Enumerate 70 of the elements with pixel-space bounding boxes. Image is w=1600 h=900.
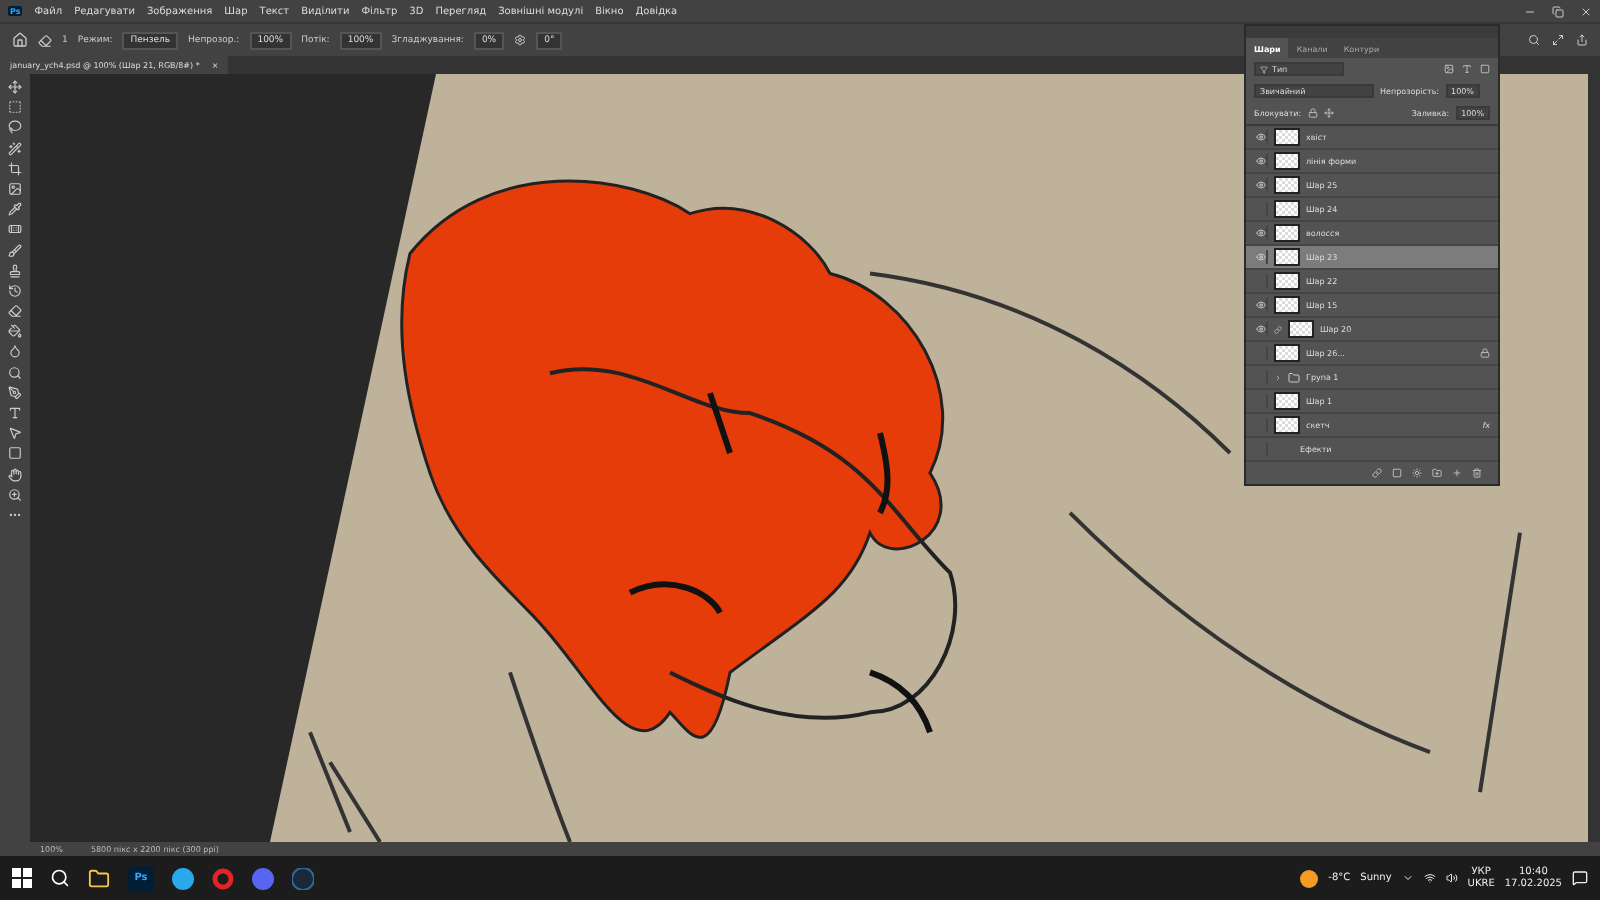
shape-filter-icon[interactable] xyxy=(1480,64,1490,74)
vertical-scrollbar[interactable] xyxy=(1588,74,1600,842)
magic-wand-icon[interactable] xyxy=(8,141,22,156)
paint-bucket-icon[interactable] xyxy=(8,324,22,339)
zoom-icon[interactable] xyxy=(8,487,22,502)
notifications-icon[interactable] xyxy=(1572,870,1588,886)
folder-icon[interactable] xyxy=(88,867,110,889)
minimize-icon[interactable] xyxy=(1524,5,1536,17)
layer-thumbnail xyxy=(1274,392,1300,410)
eraser-icon[interactable] xyxy=(38,33,52,47)
type-icon[interactable] xyxy=(8,406,22,420)
layer-thumbnail xyxy=(1274,248,1300,266)
layer-thumbnail xyxy=(1288,320,1314,338)
visibility-toggle[interactable] xyxy=(1254,130,1268,144)
crop-icon[interactable] xyxy=(8,161,22,176)
layer-thumbnail xyxy=(1274,200,1300,218)
pixel-filter-icon[interactable] xyxy=(1444,64,1454,74)
sketch-line xyxy=(308,731,352,833)
share-icon[interactable] xyxy=(1576,34,1588,46)
link-icon[interactable] xyxy=(1372,468,1382,478)
layer-thumbnail xyxy=(1274,128,1300,146)
home-icon[interactable] xyxy=(12,32,28,48)
brush-icon[interactable] xyxy=(8,243,22,257)
app-circle-icon[interactable] xyxy=(252,867,274,889)
volume-icon[interactable] xyxy=(1445,872,1458,884)
windows-logo-icon[interactable] xyxy=(12,868,32,888)
eyedropper-icon[interactable] xyxy=(8,202,22,217)
bandage-icon[interactable] xyxy=(8,222,22,237)
layer-thumbnail xyxy=(1274,416,1300,434)
visibility-toggle[interactable] xyxy=(1254,298,1268,312)
move-icon[interactable] xyxy=(8,80,22,94)
pen-icon[interactable] xyxy=(8,385,22,400)
hand-icon[interactable] xyxy=(8,467,22,482)
layer-thumbnail xyxy=(1274,152,1300,170)
history-brush-icon[interactable] xyxy=(8,283,22,298)
type-filter-icon[interactable] xyxy=(1462,64,1472,74)
layer-thumbnail xyxy=(1274,224,1300,242)
network-icon[interactable] xyxy=(1423,872,1436,884)
close-icon[interactable] xyxy=(1580,5,1592,17)
filter-icon xyxy=(1260,65,1268,73)
trash-icon[interactable] xyxy=(1472,468,1482,478)
tray-expand-icon[interactable] xyxy=(1401,872,1414,884)
lock-icon[interactable] xyxy=(1307,108,1318,118)
stamp-icon[interactable] xyxy=(8,263,22,278)
droplet-icon[interactable] xyxy=(8,344,22,359)
new-group-icon[interactable] xyxy=(1432,468,1442,478)
pointer-icon[interactable] xyxy=(8,426,22,441)
mask-icon[interactable] xyxy=(1392,468,1402,478)
weather-icon xyxy=(1300,869,1319,887)
visibility-toggle[interactable] xyxy=(1254,154,1268,168)
frame-icon[interactable] xyxy=(8,181,22,196)
lasso-icon[interactable] xyxy=(8,120,22,135)
settings-icon[interactable] xyxy=(514,34,527,46)
layer-thumbnail xyxy=(1274,296,1300,314)
adjustment-icon[interactable] xyxy=(1412,468,1422,478)
visibility-toggle[interactable] xyxy=(1254,322,1268,336)
folder-icon xyxy=(1288,371,1300,383)
eraser-icon[interactable] xyxy=(8,304,22,319)
new-layer-icon[interactable] xyxy=(1452,468,1462,478)
visibility-toggle[interactable] xyxy=(1254,250,1268,264)
layer-thumbnail xyxy=(1274,344,1300,362)
visibility-toggle[interactable] xyxy=(1254,226,1268,240)
sketch-line xyxy=(328,761,382,842)
ring-icon[interactable] xyxy=(212,867,234,889)
move-lock-icon[interactable] xyxy=(1323,108,1334,118)
rectangle-icon[interactable] xyxy=(8,446,22,461)
layer-thumbnail xyxy=(1274,272,1300,290)
restore-icon[interactable] xyxy=(1552,5,1564,17)
layer-thumbnail xyxy=(1274,176,1300,194)
visibility-toggle[interactable] xyxy=(1254,178,1268,192)
